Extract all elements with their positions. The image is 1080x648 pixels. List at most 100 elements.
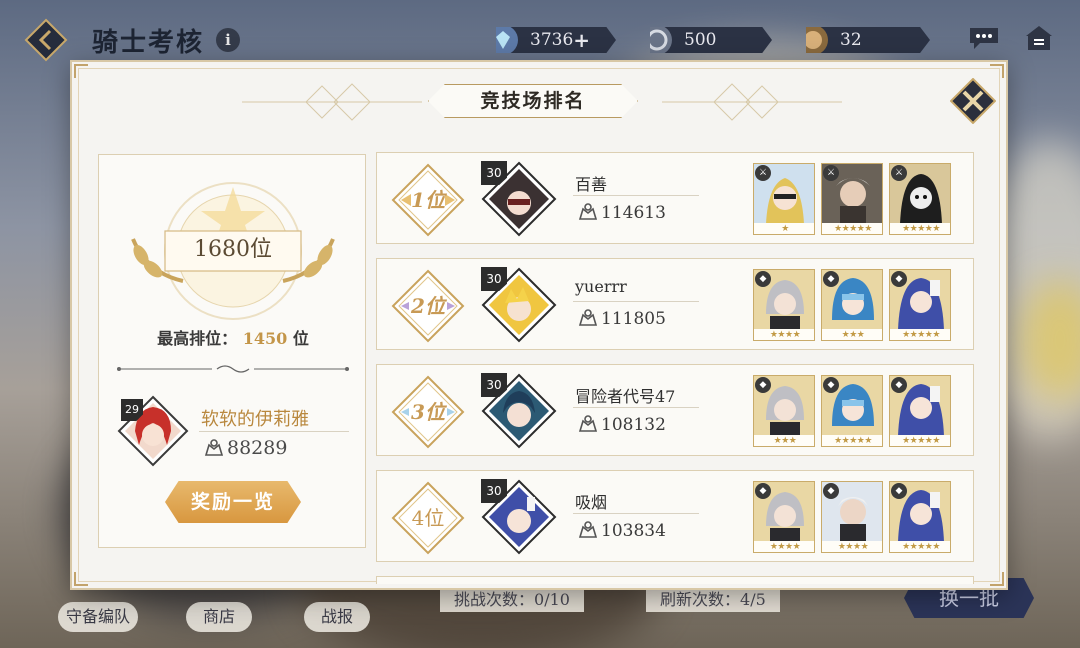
combat-power-icon — [578, 203, 598, 220]
my-power: 88289 — [203, 437, 287, 459]
ornament-divider — [117, 365, 349, 373]
combat-power-icon — [204, 439, 224, 456]
job-icon: ◆ — [823, 483, 839, 499]
player-level-badge: 30 — [481, 373, 507, 397]
hero-stars: ★★★★★ — [890, 435, 950, 446]
coin-currency: 500 — [650, 27, 772, 53]
rank-badge: 3位 — [391, 375, 465, 449]
ranking-row[interactable]: 4位 30 吸烟 103834 ◆ ★★★★ ◆ ★★★★ ◆ ★★★★★ — [376, 470, 974, 562]
hero-card: ◆ ★★★★★ — [889, 269, 951, 341]
gem-icon — [496, 27, 518, 53]
hero-card: ◆ ★★★ — [753, 375, 815, 447]
close-icon[interactable] — [950, 78, 996, 124]
defense-team-button[interactable]: 守备编队 — [58, 602, 138, 632]
refresh-count: 刷新次数：4/5 — [646, 588, 780, 612]
hero-card: ⚔ ★ — [753, 163, 815, 235]
modal-title: 竞技场排名 — [428, 84, 638, 118]
player-name: 百善 — [575, 175, 608, 194]
hero-stars: ★★★★★ — [890, 541, 950, 552]
challenge-label: 挑战次数： — [454, 590, 535, 609]
rank-label: 3位 — [411, 400, 445, 424]
hero-stars: ★★★★ — [754, 329, 814, 340]
hero-stars: ★★★★ — [822, 541, 882, 552]
combat-power-icon — [578, 521, 598, 538]
best-rank-suffix: 位 — [292, 329, 309, 348]
shop-button[interactable]: 商店 — [186, 602, 252, 632]
hero-card: ◆ ★★★★ — [821, 481, 883, 553]
hero-card: ◆ ★★★★ — [753, 269, 815, 341]
ranking-row[interactable]: 3位 30 冒险者代号47 108132 ◆ ★★★ ◆ ★★★★★ ◆ ★★★… — [376, 364, 974, 456]
ticket-icon — [806, 27, 828, 53]
best-rank-label: 最高排位： — [157, 329, 238, 348]
hero-stars: ★★★★ — [754, 541, 814, 552]
rank-label: 1位 — [411, 188, 445, 212]
best-rank-value: 1450 — [242, 329, 288, 348]
job-icon: ◆ — [891, 271, 907, 287]
hero-stars: ★★★★★ — [822, 223, 882, 234]
job-icon: ◆ — [755, 271, 771, 287]
hero-card: ◆ ★★★★ — [753, 481, 815, 553]
job-icon: ◆ — [891, 483, 907, 499]
job-icon: ⚔ — [891, 165, 907, 181]
gem-value: 3736 — [530, 30, 574, 50]
job-icon: ◆ — [755, 483, 771, 499]
hero-card: ◆ ★★★ — [821, 269, 883, 341]
ticket-currency: 32 — [806, 27, 930, 53]
player-level-badge: 30 — [481, 479, 507, 503]
rank-label: 4位 — [411, 506, 445, 530]
ranking-list[interactable]: 1位 30 百善 114613 ⚔ ★ ⚔ ★★★★★ ⚔ ★★★★★ 2位 3… — [376, 152, 974, 584]
job-icon: ⚔ — [823, 165, 839, 181]
job-icon: ◆ — [891, 377, 907, 393]
player-power-value: 108132 — [601, 415, 666, 435]
add-gem-button[interactable]: + — [573, 27, 590, 53]
player-level-badge: 30 — [481, 267, 507, 291]
hero-stars: ★★★★★ — [890, 329, 950, 340]
hero-card: ◆ ★★★★★ — [889, 481, 951, 553]
player-level-badge: 30 — [481, 161, 507, 185]
gem-currency[interactable]: 3736 + — [496, 27, 616, 53]
job-icon: ◆ — [755, 377, 771, 393]
job-icon: ◆ — [823, 377, 839, 393]
reward-list-button[interactable]: 奖励一览 — [165, 481, 301, 523]
ranking-row[interactable]: 2位 30 yuerrr 111805 ◆ ★★★★ ◆ ★★★ ◆ ★★★★★ — [376, 258, 974, 350]
best-rank: 最高排位： 1450 位 — [99, 325, 367, 349]
combat-power-icon — [578, 309, 598, 326]
ranking-row[interactable]: 1位 30 百善 114613 ⚔ ★ ⚔ ★★★★★ ⚔ ★★★★★ — [376, 152, 974, 244]
chat-icon[interactable] — [968, 26, 1000, 50]
hero-stars: ★★★ — [754, 435, 814, 446]
refresh-label: 刷新次数： — [660, 590, 741, 609]
rank-label: 2位 — [411, 294, 445, 318]
hero-stars: ★★★ — [822, 329, 882, 340]
my-power-value: 88289 — [227, 437, 288, 459]
job-icon: ⚔ — [755, 165, 771, 181]
hero-card: ◆ ★★★★★ — [821, 375, 883, 447]
player-power: 108132 — [577, 413, 666, 435]
battle-report-button[interactable]: 战报 — [304, 602, 370, 632]
my-current-rank: 1680位 — [194, 237, 272, 262]
rank-badge: 4位 — [391, 481, 465, 555]
player-power: 111805 — [577, 307, 666, 329]
my-rank-panel: 1680位 最高排位： 1450 位 29 软软的伊莉雅 88289 奖励一览 — [98, 154, 366, 548]
hero-stars: ★★★★★ — [822, 435, 882, 446]
hero-stars: ★★★★★ — [890, 223, 950, 234]
player-power-value: 114613 — [601, 203, 666, 223]
player-name: 吸烟 — [575, 493, 608, 512]
home-icon[interactable] — [1024, 24, 1054, 52]
hero-card: ⚔ ★★★★★ — [889, 163, 951, 235]
player-name: yuerrr — [575, 277, 627, 296]
player-power-value: 111805 — [601, 309, 666, 329]
combat-power-icon — [578, 415, 598, 432]
hero-stars: ★ — [754, 223, 814, 234]
player-power-value: 103834 — [601, 521, 666, 541]
player-team: ◆ ★★★★ ◆ ★★★ ◆ ★★★★★ — [753, 269, 953, 341]
arena-ranking-modal: 竞技场排名 1680位 最高排位： 1450 位 29 软软的伊莉雅 88289… — [70, 60, 1008, 590]
challenge-value: 0/10 — [534, 590, 570, 609]
ticket-value: 32 — [840, 30, 862, 50]
back-icon[interactable] — [24, 18, 68, 62]
challenge-count: 挑战次数：0/10 — [440, 588, 584, 612]
ranking-row-partial — [376, 576, 974, 584]
player-team: ⚔ ★ ⚔ ★★★★★ ⚔ ★★★★★ — [753, 163, 953, 235]
info-icon[interactable]: i — [216, 28, 240, 52]
player-team: ◆ ★★★★ ◆ ★★★★ ◆ ★★★★★ — [753, 481, 953, 553]
player-name: 冒险者代号47 — [575, 387, 676, 406]
